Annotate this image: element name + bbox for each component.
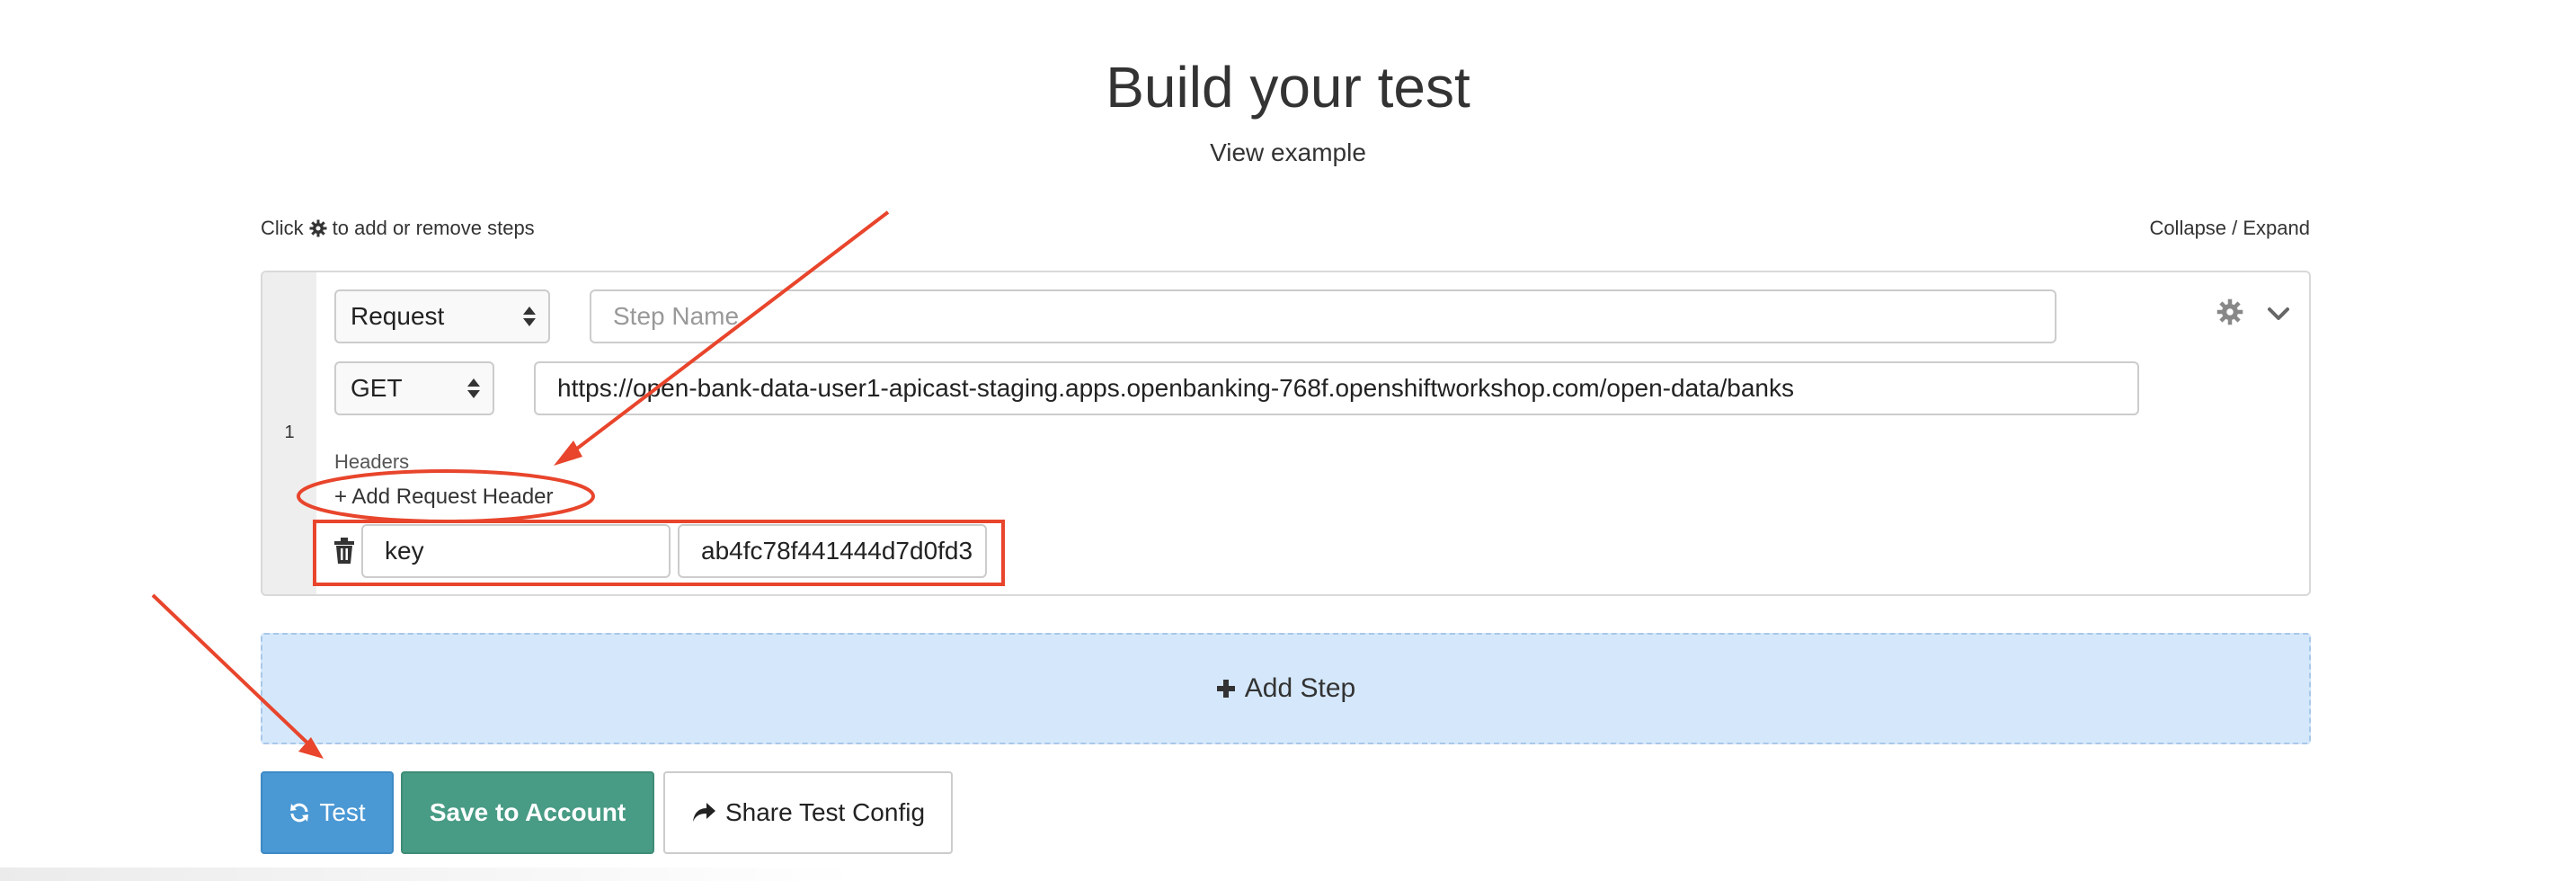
share-button-label: Share Test Config — [724, 798, 926, 826]
step-number: 1 — [284, 423, 295, 442]
step-type-select[interactable]: Request — [334, 289, 550, 343]
share-test-config-button[interactable]: Share Test Config — [663, 771, 953, 854]
header-key-input[interactable]: key — [361, 524, 671, 578]
add-step-button[interactable]: Add Step — [261, 633, 2311, 744]
test-button[interactable]: Test — [261, 771, 394, 854]
steps-hint: Click to add or remove steps — [261, 215, 535, 242]
hint-prefix: Click — [261, 217, 304, 239]
headers-label: Headers — [334, 450, 410, 473]
plus-icon — [1216, 680, 1235, 698]
bottom-shadow — [0, 868, 863, 881]
header-key-value: key — [385, 537, 424, 565]
http-method-value: GET — [351, 374, 403, 402]
header-value-value: ab4fc78f441444d7d0fd3 — [701, 537, 973, 565]
add-step-label: Add Step — [1244, 673, 1356, 703]
add-request-header-link[interactable]: + Add Request Header — [334, 484, 554, 511]
share-arrow-icon — [692, 803, 715, 822]
collapse-expand: Collapse / Expand — [2148, 215, 2310, 242]
select-arrows-icon — [520, 307, 539, 326]
chevron-down-icon[interactable] — [2265, 302, 2292, 325]
refresh-icon — [290, 803, 309, 823]
save-button-label: Save to Account — [429, 798, 626, 826]
test-button-label: Test — [319, 798, 366, 826]
collapse-expand-link[interactable]: Collapse / Expand — [2149, 217, 2310, 239]
header-value-input[interactable]: ab4fc78f441444d7d0fd3 — [678, 524, 987, 578]
save-to-account-button[interactable]: Save to Account — [401, 771, 654, 854]
hint-suffix: to add or remove steps — [332, 217, 535, 239]
url-input[interactable]: https://open-bank-data-user1-apicast-sta… — [534, 361, 2139, 415]
trash-icon[interactable] — [333, 538, 356, 565]
step-name-placeholder: Step Name — [613, 302, 740, 330]
view-example-link[interactable]: View example — [0, 135, 2576, 171]
url-value: https://open-bank-data-user1-apicast-sta… — [557, 374, 1794, 402]
page-title: Build your test — [1106, 55, 1470, 120]
gear-icon — [309, 219, 327, 237]
step-settings-gear-icon[interactable] — [2216, 298, 2243, 325]
http-method-select[interactable]: GET — [334, 361, 494, 415]
step-type-value: Request — [351, 302, 445, 330]
step-name-input[interactable]: Step Name — [590, 289, 2056, 343]
select-arrows-icon — [464, 378, 484, 398]
